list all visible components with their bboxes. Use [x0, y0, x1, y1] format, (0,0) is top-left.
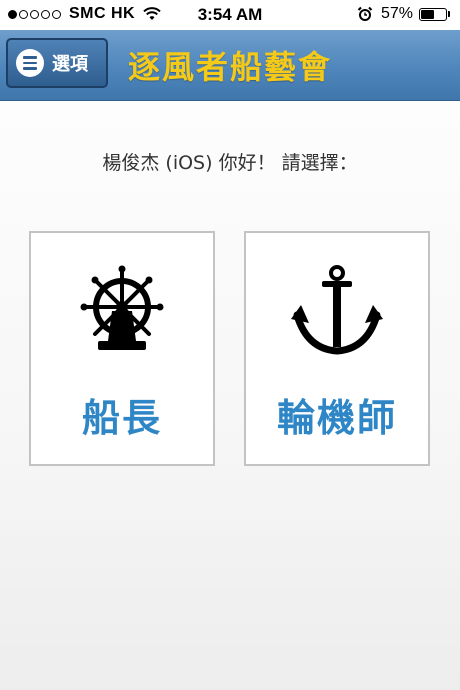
role-card-captain[interactable]: 船長 — [29, 231, 215, 466]
greeting-text: 楊俊杰 (iOS) 你好！ 請選擇： — [102, 152, 358, 174]
menu-button[interactable]: 選項 — [6, 38, 108, 88]
battery-icon — [419, 7, 447, 21]
battery-level-fill — [421, 9, 434, 19]
hamburger-menu-icon — [16, 49, 44, 77]
battery-percent: 57% — [380, 5, 413, 22]
app-title: 逐風者船藝會 — [128, 48, 333, 86]
role-label-captain: 船長 — [81, 396, 162, 440]
role-label-engineer: 輪機師 — [276, 396, 397, 440]
battery-tip — [448, 11, 450, 17]
ship-wheel-icon — [80, 265, 164, 350]
status-bar: SMC HK 3:54 AM 57% — [0, 0, 460, 30]
status-right: 57% — [357, 5, 450, 23]
header-bar: 選項 逐風者船藝會 — [0, 30, 460, 101]
role-card-engineer[interactable]: 輪機師 — [244, 231, 430, 466]
menu-button-label: 選項 — [52, 54, 88, 75]
anchor-icon — [291, 265, 383, 355]
alarm-icon — [357, 6, 373, 21]
